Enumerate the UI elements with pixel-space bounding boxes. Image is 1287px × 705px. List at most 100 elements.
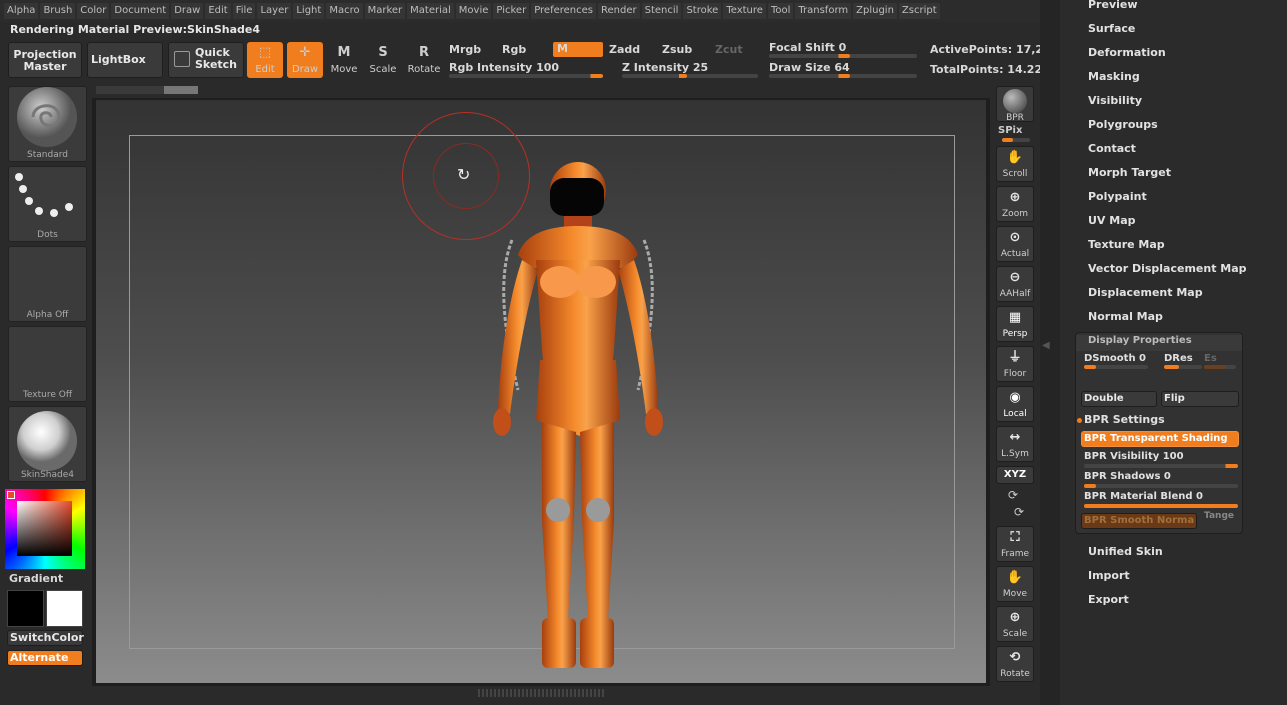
alpha-selector[interactable]: Alpha Off: [8, 246, 87, 322]
palette-item-masking[interactable]: Masking: [1088, 70, 1140, 83]
lightbox-button[interactable]: LightBox: [87, 42, 163, 78]
zcut-button[interactable]: Zcut: [715, 43, 743, 56]
lsym-button[interactable]: ↔ L.Sym: [996, 426, 1034, 462]
rotate-y-icon[interactable]: ⟳: [1008, 488, 1018, 502]
draw-button[interactable]: ✛ Draw: [287, 42, 323, 78]
color-picker[interactable]: [5, 489, 85, 569]
zadd-button[interactable]: Zadd: [609, 43, 640, 56]
menu-item-tool[interactable]: Tool: [767, 3, 794, 19]
xyz-button[interactable]: XYZ: [996, 466, 1034, 484]
dres-slider[interactable]: [1164, 365, 1202, 369]
frame-button[interactable]: ⛶ Frame: [996, 526, 1034, 562]
palette-divider[interactable]: ◀: [1040, 0, 1060, 705]
palette-item-normal-map[interactable]: Normal Map: [1088, 310, 1163, 323]
palette-item-import[interactable]: Import: [1088, 569, 1130, 582]
stroke-selector[interactable]: Dots: [8, 166, 87, 242]
menu-item-color[interactable]: Color: [77, 3, 110, 19]
menu-item-zscript[interactable]: Zscript: [898, 3, 940, 19]
floor-button[interactable]: ⏚ Floor: [996, 346, 1034, 382]
palette-item-polygroups[interactable]: Polygroups: [1088, 118, 1158, 131]
document-canvas[interactable]: ↻: [96, 100, 986, 683]
scale-button[interactable]: S Scale: [365, 42, 401, 78]
collapse-arrow-icon[interactable]: ◀: [1042, 340, 1050, 351]
rgb-intensity-slider[interactable]: [449, 74, 603, 78]
mrgb-button[interactable]: Mrgb: [449, 43, 481, 56]
menu-item-preferences[interactable]: Preferences: [531, 3, 597, 19]
bpr-shadows-slider[interactable]: [1084, 484, 1238, 488]
menu-item-movie[interactable]: Movie: [455, 3, 492, 19]
es-slider[interactable]: [1204, 365, 1236, 369]
menu-item-render[interactable]: Render: [598, 3, 640, 19]
canvas-bottom-handle[interactable]: [478, 689, 606, 697]
color-saturation-square[interactable]: [17, 501, 72, 556]
double-button[interactable]: Double: [1081, 391, 1157, 407]
bpr-smooth-normals-button[interactable]: BPR Smooth Norma: [1081, 513, 1197, 529]
menu-item-stroke[interactable]: Stroke: [683, 3, 722, 19]
menu-item-brush[interactable]: Brush: [40, 3, 76, 19]
palette-item-unified-skin[interactable]: Unified Skin: [1088, 545, 1163, 558]
main-color-swatch[interactable]: [7, 590, 44, 627]
dsmooth-slider[interactable]: [1084, 365, 1148, 369]
menu-item-stencil[interactable]: Stencil: [641, 3, 682, 19]
palette-item-export[interactable]: Export: [1088, 593, 1129, 606]
secondary-color-swatch[interactable]: [46, 590, 83, 627]
palette-item-surface[interactable]: Surface: [1088, 22, 1135, 35]
rotate-view-button[interactable]: ⟲ Rotate: [996, 646, 1034, 682]
menu-item-file[interactable]: File: [232, 3, 256, 19]
bpr-settings-header[interactable]: BPR Settings: [1084, 413, 1165, 426]
bpr-visibility-slider[interactable]: [1084, 464, 1238, 468]
menu-item-alpha[interactable]: Alpha: [4, 3, 39, 19]
palette-item-polypaint[interactable]: Polypaint: [1088, 190, 1147, 203]
alternate-button[interactable]: Alternate: [7, 650, 83, 666]
menu-item-marker[interactable]: Marker: [364, 3, 406, 19]
bpr-button[interactable]: BPR: [996, 86, 1034, 123]
material-selector[interactable]: SkinShade4: [8, 406, 87, 482]
menu-item-light[interactable]: Light: [293, 3, 325, 19]
aahalf-button[interactable]: ⊖ AAHalf: [996, 266, 1034, 302]
palette-item-morph-target[interactable]: Morph Target: [1088, 166, 1171, 179]
brush-selector[interactable]: Standard: [8, 86, 87, 162]
scroll-button[interactable]: ✋ Scroll: [996, 146, 1034, 182]
menu-item-zplugin[interactable]: Zplugin: [853, 3, 897, 19]
m-button[interactable]: M: [553, 42, 603, 57]
actual-button[interactable]: ⊙ Actual: [996, 226, 1034, 262]
spix-slider[interactable]: [1002, 138, 1030, 142]
canvas-scrollbar-track[interactable]: [96, 86, 198, 94]
display-properties-title[interactable]: Display Properties: [1076, 335, 1242, 351]
menu-item-picker[interactable]: Picker: [493, 3, 530, 19]
palette-item-deformation[interactable]: Deformation: [1088, 46, 1166, 59]
bpr-material-blend-slider[interactable]: [1084, 504, 1238, 508]
edit-button[interactable]: ⬚ Edit: [247, 42, 283, 78]
move-view-button[interactable]: ✋ Move: [996, 566, 1034, 602]
flip-button[interactable]: Flip: [1161, 391, 1239, 407]
menu-item-layer[interactable]: Layer: [257, 3, 292, 19]
menu-item-draw[interactable]: Draw: [171, 3, 204, 19]
canvas-scrollbar-thumb[interactable]: [164, 86, 198, 94]
texture-selector[interactable]: Texture Off: [8, 326, 87, 402]
menu-item-material[interactable]: Material: [407, 3, 454, 19]
draw-size-slider[interactable]: [769, 74, 917, 78]
rotate-z-icon[interactable]: ⟳: [1014, 505, 1024, 519]
palette-item-texture-map[interactable]: Texture Map: [1088, 238, 1165, 251]
palette-item-visibility[interactable]: Visibility: [1088, 94, 1142, 107]
menu-item-document[interactable]: Document: [111, 3, 170, 19]
rgb-button[interactable]: Rgb: [502, 43, 526, 56]
zoom-button[interactable]: ⊕ Zoom: [996, 186, 1034, 222]
move-button[interactable]: M Move: [326, 42, 362, 78]
focal-shift-slider[interactable]: [769, 54, 917, 58]
persp-button[interactable]: ▦ Persp: [996, 306, 1034, 342]
palette-item-uv-map[interactable]: UV Map: [1088, 214, 1136, 227]
palette-item-preview[interactable]: Preview: [1088, 0, 1138, 11]
z-intensity-slider[interactable]: [622, 74, 758, 78]
menu-item-edit[interactable]: Edit: [205, 3, 231, 19]
rotate-button[interactable]: R Rotate: [406, 42, 442, 78]
palette-item-vector-displacement-map[interactable]: Vector Displacement Map: [1088, 262, 1247, 275]
local-button[interactable]: ◉ Local: [996, 386, 1034, 422]
scale-view-button[interactable]: ⊕ Scale: [996, 606, 1034, 642]
zsub-button[interactable]: Zsub: [662, 43, 692, 56]
quick-sketch-button[interactable]: Quick Sketch: [168, 42, 244, 78]
switch-color-button[interactable]: SwitchColor: [7, 630, 84, 646]
gradient-label[interactable]: Gradient: [9, 572, 63, 585]
palette-item-displacement-map[interactable]: Displacement Map: [1088, 286, 1203, 299]
menu-item-macro[interactable]: Macro: [326, 3, 363, 19]
